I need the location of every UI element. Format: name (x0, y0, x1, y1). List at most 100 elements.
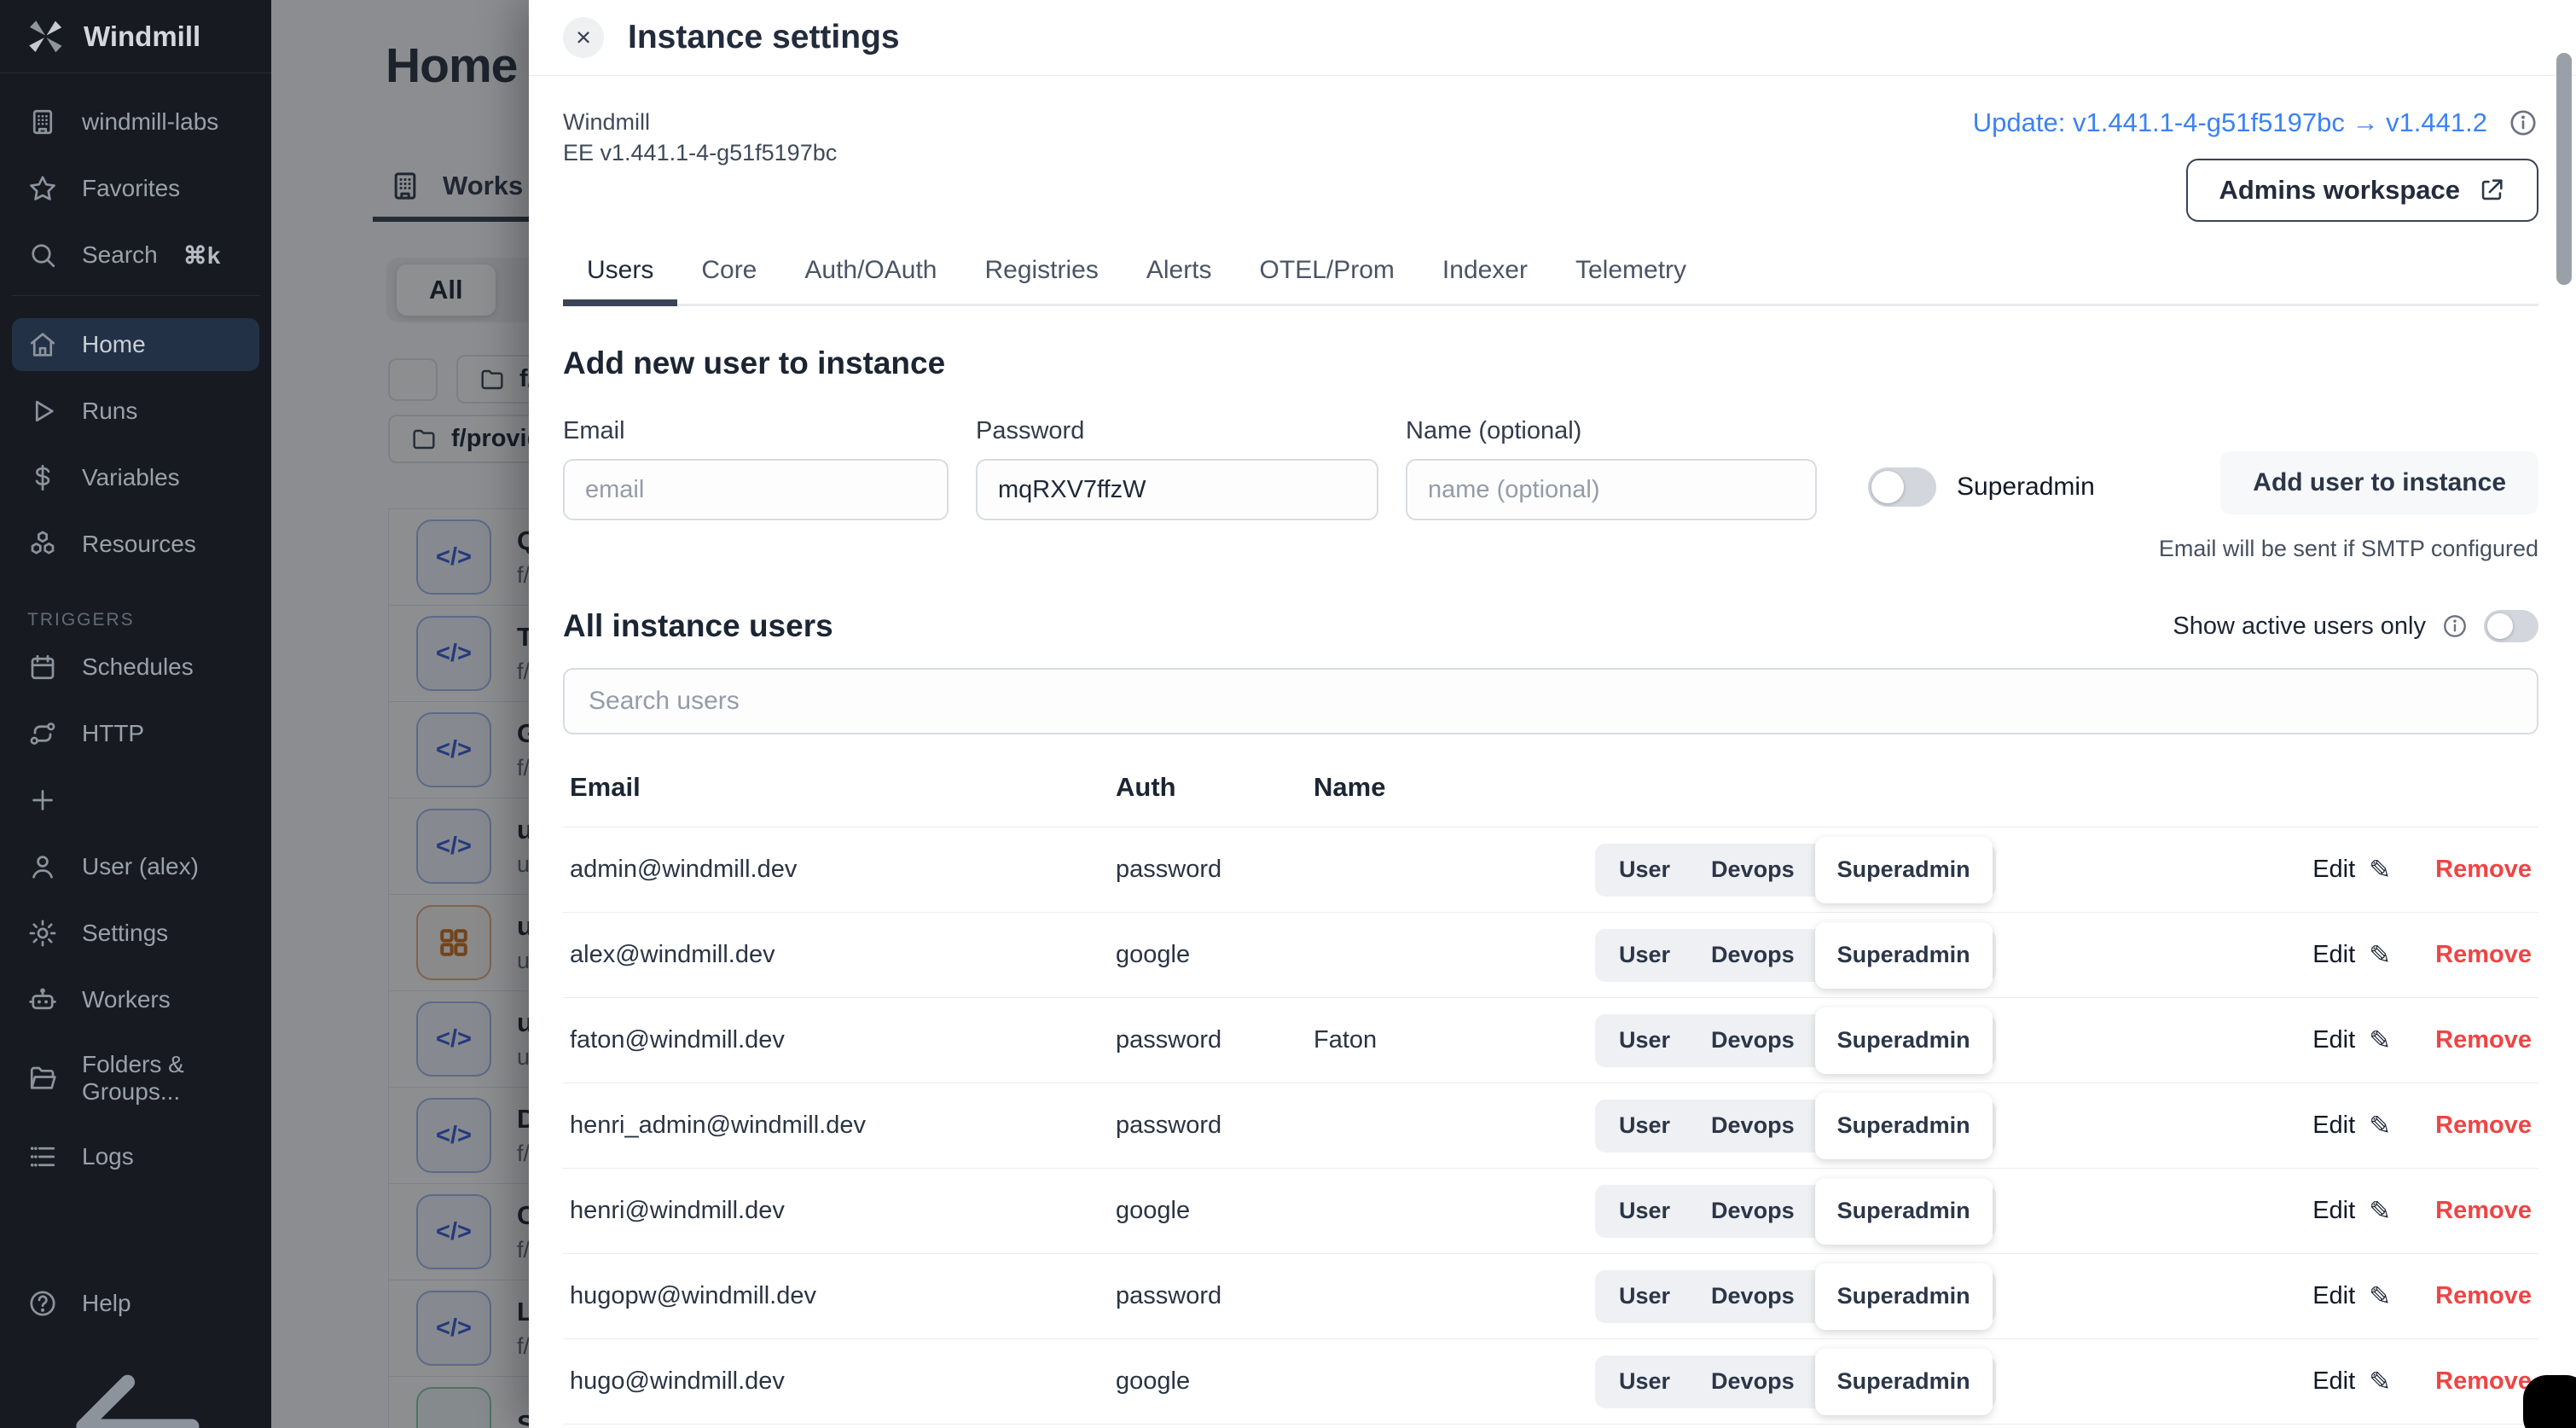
sidebar-item-label: Variables (82, 464, 180, 491)
role-option-user[interactable]: User (1598, 1112, 1691, 1139)
pencil-icon: ✎ (2369, 1367, 2391, 1397)
remove-button[interactable]: Remove (2435, 941, 2532, 969)
search-users-input[interactable] (563, 668, 2538, 734)
tab-indexer[interactable]: Indexer (1419, 244, 1552, 304)
admins-workspace-button[interactable]: Admins workspace (2186, 159, 2538, 222)
role-option-devops[interactable]: Devops (1691, 856, 1815, 883)
name-field[interactable] (1406, 459, 1817, 520)
sidebar-item-label: Runs (82, 398, 137, 425)
role-option-superadmin[interactable]: Superadmin (1815, 922, 1993, 989)
user-table-row: hugopw@windmill.dev password User Devops… (563, 1253, 2538, 1338)
sidebar-top-group: windmill-labs Favorites Search ⌘k (0, 73, 271, 296)
sidebar-item-search[interactable]: Search ⌘k (12, 229, 259, 282)
user-table-row: User Devops Superadmin (563, 1424, 2538, 1428)
remove-button[interactable]: Remove (2435, 1197, 2532, 1225)
search-icon (27, 240, 58, 270)
sidebar-item-user[interactable]: User (alex) (12, 840, 259, 893)
role-option-user[interactable]: User (1598, 856, 1691, 883)
version-actions: Update: v1.441.1-4-g51f5197bc → v1.441.2… (1973, 107, 2538, 222)
instance-name: Windmill (563, 107, 837, 138)
edit-button[interactable]: Edit✎ (2312, 1281, 2391, 1312)
sidebar-item-resources[interactable]: Resources (12, 518, 259, 571)
remove-button[interactable]: Remove (2435, 1112, 2532, 1140)
sidebar-collapse-button[interactable] (12, 1330, 259, 1428)
tab-telemetry[interactable]: Telemetry (1552, 244, 1710, 304)
edit-button[interactable]: Edit✎ (2312, 1367, 2391, 1397)
instance-settings-drawer: × Instance settings Windmill EE v1.441.1… (529, 0, 2576, 1428)
role-option-devops[interactable]: Devops (1691, 1027, 1815, 1054)
remove-button[interactable]: Remove (2435, 1026, 2532, 1054)
role-option-superadmin[interactable]: Superadmin (1815, 1007, 1993, 1074)
tab-auth-oauth[interactable]: Auth/OAuth (780, 244, 960, 304)
instance-version-block: Windmill EE v1.441.1-4-g51f5197bc (563, 107, 837, 168)
sidebar-item-schedules[interactable]: Schedules (12, 641, 259, 694)
role-option-superadmin[interactable]: Superadmin (1815, 837, 1993, 903)
sidebar-item-favorites[interactable]: Favorites (12, 162, 259, 215)
email-field[interactable] (563, 459, 949, 520)
update-link[interactable]: Update: v1.441.1-4-g51f5197bc → v1.441.2 (1973, 107, 2487, 138)
edit-button[interactable]: Edit✎ (2312, 1111, 2391, 1141)
sidebar-item-workers[interactable]: Workers (12, 973, 259, 1026)
edit-button[interactable]: Edit✎ (2312, 855, 2391, 885)
sidebar-add-trigger-button[interactable] (12, 774, 259, 827)
edit-label: Edit (2312, 1112, 2355, 1140)
info-icon[interactable] (2441, 612, 2469, 640)
role-option-devops[interactable]: Devops (1691, 1283, 1815, 1309)
sidebar-item-settings[interactable]: Settings (12, 907, 259, 960)
users-heading-row: All instance users Show active users onl… (563, 608, 2538, 644)
role-option-user[interactable]: User (1598, 1368, 1691, 1395)
edit-button[interactable]: Edit✎ (2312, 940, 2391, 971)
sidebar-item-http[interactable]: HTTP (12, 707, 259, 760)
edit-label: Edit (2312, 941, 2355, 969)
drawer-scrollbar-thumb[interactable] (2556, 53, 2572, 285)
role-option-devops[interactable]: Devops (1691, 1198, 1815, 1224)
edit-button[interactable]: Edit✎ (2312, 1025, 2391, 1056)
tab-core[interactable]: Core (677, 244, 780, 304)
brand-row[interactable]: Windmill (0, 0, 271, 73)
role-option-devops[interactable]: Devops (1691, 942, 1815, 968)
remove-button[interactable]: Remove (2435, 1367, 2532, 1396)
search-shortcut: ⌘k (183, 241, 221, 270)
add-user-button[interactable]: Add user to instance (2220, 451, 2538, 514)
show-active-toggle[interactable] (2484, 610, 2538, 642)
external-link-icon (2477, 176, 2506, 205)
tab-alerts[interactable]: Alerts (1123, 244, 1236, 304)
sidebar-item-help[interactable]: Help (12, 1277, 259, 1330)
close-button[interactable]: × (563, 17, 604, 58)
role-option-user[interactable]: User (1598, 1198, 1691, 1224)
role-option-devops[interactable]: Devops (1691, 1368, 1815, 1395)
sidebar-item-workspace[interactable]: windmill-labs (12, 96, 259, 148)
edit-label: Edit (2312, 1282, 2355, 1310)
role-segmented-control: User Devops Superadmin (1595, 1014, 1996, 1067)
tab-registries[interactable]: Registries (960, 244, 1122, 304)
cubes-icon (27, 529, 58, 560)
sidebar-item-label: Home (82, 331, 146, 358)
info-icon[interactable] (2508, 107, 2538, 138)
role-option-superadmin[interactable]: Superadmin (1815, 1093, 1993, 1159)
remove-button[interactable]: Remove (2435, 1282, 2532, 1310)
tab-users[interactable]: Users (563, 244, 677, 304)
password-field[interactable] (976, 459, 1378, 520)
role-option-superadmin[interactable]: Superadmin (1815, 1178, 1993, 1245)
edit-button[interactable]: Edit✎ (2312, 1196, 2391, 1227)
remove-button[interactable]: Remove (2435, 856, 2532, 884)
sidebar-item-logs[interactable]: Logs (12, 1130, 259, 1183)
role-option-user[interactable]: User (1598, 1027, 1691, 1054)
admins-workspace-label: Admins workspace (2219, 175, 2460, 206)
sidebar-item-folders-groups[interactable]: Folders & Groups... (12, 1040, 259, 1117)
sidebar-item-home[interactable]: Home (12, 318, 259, 371)
sidebar-item-runs[interactable]: Runs (12, 385, 259, 438)
superadmin-toggle[interactable] (1868, 467, 1936, 507)
sidebar-item-variables[interactable]: Variables (12, 451, 259, 504)
add-user-heading: Add new user to instance (563, 345, 2538, 381)
sidebar-item-label: Help (82, 1290, 131, 1317)
role-option-devops[interactable]: Devops (1691, 1112, 1815, 1139)
role-option-user[interactable]: User (1598, 942, 1691, 968)
tab-otel-prom[interactable]: OTEL/Prom (1236, 244, 1419, 304)
user-table-row: henri_admin@windmill.dev password User D… (563, 1083, 2538, 1168)
role-option-user[interactable]: User (1598, 1283, 1691, 1309)
role-option-superadmin[interactable]: Superadmin (1815, 1349, 1993, 1415)
drawer-body: Windmill EE v1.441.1-4-g51f5197bc Update… (529, 77, 2576, 1428)
role-option-superadmin[interactable]: Superadmin (1815, 1263, 1993, 1330)
sidebar-item-label: Workers (82, 986, 171, 1013)
